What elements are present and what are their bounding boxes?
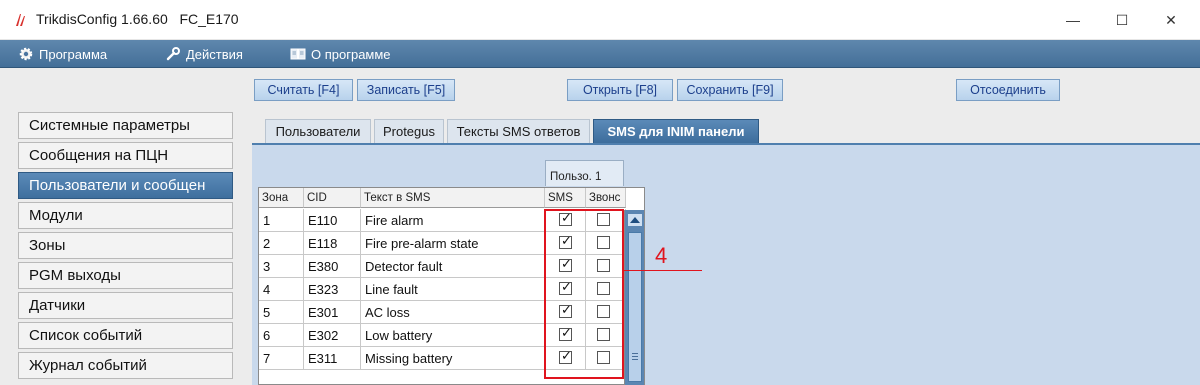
window-title: TrikdisConfig 1.66.60 FC_E170: [36, 11, 239, 27]
nav-users-messages[interactable]: Пользователи и сообщен: [18, 172, 233, 199]
column-header-cid[interactable]: CID: [304, 188, 361, 208]
open-button[interactable]: Открыть [F8]: [567, 79, 673, 101]
menu-actions-label: Действия: [186, 46, 243, 62]
tab-users[interactable]: Пользователи: [265, 119, 371, 143]
tab-sms-inim[interactable]: SMS для INIM панели: [593, 119, 759, 143]
title-bar: TrikdisConfig 1.66.60 FC_E170 — ☐ ✕: [0, 0, 1200, 40]
cell-zone[interactable]: 2: [259, 232, 304, 255]
cell-sms-text[interactable]: Missing battery: [361, 347, 545, 370]
book-icon: [290, 48, 306, 60]
highlight-box: [544, 209, 624, 379]
cell-zone[interactable]: 5: [259, 301, 304, 324]
nav-sensors[interactable]: Датчики: [18, 292, 233, 319]
cell-zone[interactable]: 6: [259, 324, 304, 347]
cell-zone[interactable]: 3: [259, 255, 304, 278]
cell-sms-text[interactable]: Fire pre-alarm state: [361, 232, 545, 255]
cell-cid[interactable]: E118: [304, 232, 361, 255]
close-button[interactable]: ✕: [1148, 0, 1194, 40]
cell-cid[interactable]: E311: [304, 347, 361, 370]
table-scrollbar[interactable]: [624, 210, 644, 385]
tab-sms-replies[interactable]: Тексты SMS ответов: [447, 119, 590, 143]
cell-cid[interactable]: E110: [304, 209, 361, 232]
maximize-button[interactable]: ☐: [1099, 0, 1145, 40]
nav-modules[interactable]: Модули: [18, 202, 233, 229]
nav-event-list[interactable]: Список событий: [18, 322, 233, 349]
nav-cms-messages[interactable]: Сообщения на ПЦН: [18, 142, 233, 169]
cell-cid[interactable]: E302: [304, 324, 361, 347]
scroll-thumb[interactable]: [628, 232, 642, 382]
callout-number: 4: [655, 243, 668, 268]
nav-zones[interactable]: Зоны: [18, 232, 233, 259]
save-button[interactable]: Сохранить [F9]: [677, 79, 783, 101]
user-group-header: Пользо. 1: [545, 160, 624, 186]
cell-zone[interactable]: 4: [259, 278, 304, 301]
trikdis-logo-icon: [16, 14, 25, 26]
menu-program[interactable]: Программа: [18, 40, 107, 68]
cell-cid[interactable]: E301: [304, 301, 361, 324]
nav-pgm-outputs[interactable]: PGM выходы: [18, 262, 233, 289]
menu-bar: Программа Действия О программе: [0, 40, 1200, 68]
cell-sms-text[interactable]: Line fault: [361, 278, 545, 301]
nav-event-log[interactable]: Журнал событий: [18, 352, 233, 379]
cell-cid[interactable]: E323: [304, 278, 361, 301]
write-button[interactable]: Записать [F5]: [357, 79, 455, 101]
cell-zone[interactable]: 7: [259, 347, 304, 370]
nav-system-parameters[interactable]: Системные параметры: [18, 112, 233, 139]
column-header-sms-text[interactable]: Текст в SMS: [361, 188, 545, 208]
read-button[interactable]: Считать [F4]: [254, 79, 353, 101]
cell-sms-text[interactable]: AC loss: [361, 301, 545, 324]
menu-about-label: О программе: [311, 46, 391, 62]
callout-line: [624, 270, 702, 271]
gear-icon: [19, 47, 33, 61]
cell-sms-text[interactable]: Fire alarm: [361, 209, 545, 232]
scroll-up-icon[interactable]: [628, 214, 642, 226]
menu-program-label: Программа: [39, 46, 108, 62]
column-header-call[interactable]: Звонс: [586, 188, 626, 208]
menu-actions[interactable]: Действия: [165, 40, 243, 68]
column-header-zone[interactable]: Зона: [259, 188, 304, 208]
wrench-icon: [166, 47, 180, 61]
grip-icon: [632, 353, 638, 360]
tab-protegus[interactable]: Protegus: [374, 119, 444, 143]
column-header-sms[interactable]: SMS: [545, 188, 586, 208]
cell-zone[interactable]: 1: [259, 209, 304, 232]
minimize-button[interactable]: —: [1050, 0, 1096, 40]
cell-sms-text[interactable]: Detector fault: [361, 255, 545, 278]
cell-sms-text[interactable]: Low battery: [361, 324, 545, 347]
menu-about[interactable]: О программе: [290, 40, 391, 68]
disconnect-button[interactable]: Отсоединить: [956, 79, 1060, 101]
cell-cid[interactable]: E380: [304, 255, 361, 278]
